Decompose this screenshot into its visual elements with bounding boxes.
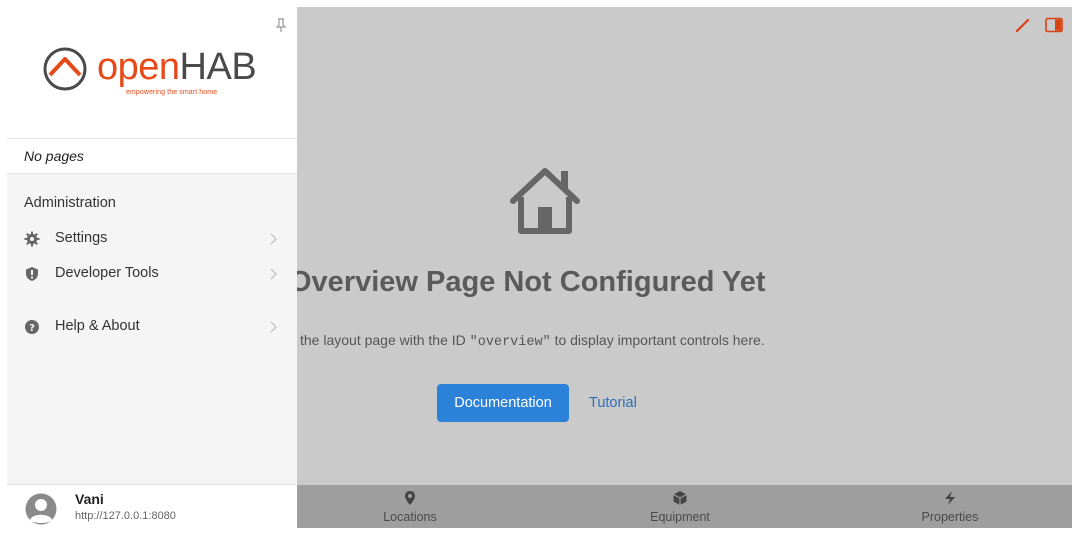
chevron-right-icon (270, 268, 277, 280)
logo-hab: HAB (179, 46, 257, 88)
sidebar-item-help-about[interactable]: ? Help & About (7, 312, 297, 342)
avatar (25, 493, 57, 525)
chevron-right-icon (270, 233, 277, 245)
svg-text:?: ? (29, 323, 35, 334)
help-icon: ? (25, 320, 39, 334)
desc-code: "overview" (469, 335, 551, 350)
chevron-right-icon (270, 321, 277, 333)
sidebar-item-label: Help & About (55, 318, 140, 334)
user-profile[interactable]: Vani http://127.0.0.1:8080 (7, 484, 297, 528)
pencil-icon[interactable] (1015, 17, 1031, 33)
tab-label: Locations (383, 510, 437, 524)
logo-open: open (97, 46, 180, 88)
user-name: Vani (75, 491, 104, 507)
page-title: Overview Page Not Configured Yet (297, 266, 766, 298)
desc-text-after: to display important controls here. (550, 332, 765, 348)
administration-heading: Administration (24, 195, 116, 211)
sidebar-item-developer-tools[interactable]: Developer Tools (7, 259, 297, 289)
pin-icon[interactable] (273, 17, 289, 33)
app-window: openHAB empowering the smart home No pag… (0, 0, 1077, 535)
shield-icon (26, 267, 38, 281)
no-pages-label: No pages (7, 138, 297, 174)
desc-text-before: the layout page with the ID (300, 332, 470, 348)
server-url: http://127.0.0.1:8080 (75, 510, 176, 522)
house-icon (510, 168, 580, 234)
tab-equipment[interactable]: Equipment (620, 485, 740, 528)
documentation-button[interactable]: Documentation (437, 384, 569, 422)
side-panel-icon[interactable] (1045, 17, 1063, 33)
bolt-icon (945, 491, 955, 505)
tab-locations[interactable]: Locations (350, 485, 470, 528)
page-description: the layout page with the ID "overview" t… (300, 332, 765, 350)
sidebar-item-label: Settings (55, 230, 108, 246)
tab-properties[interactable]: Properties (890, 485, 1010, 528)
logo-tagline: empowering the smart home (126, 89, 218, 96)
sidebar-item-label: Developer Tools (55, 265, 159, 281)
bottom-tab-bar: Locations Equipment Properties (297, 485, 1072, 528)
openhab-logo: openHAB empowering the smart home (41, 45, 271, 105)
tab-label: Properties (921, 510, 979, 524)
main-content[interactable]: Overview Page Not Configured Yet the lay… (297, 7, 1072, 485)
tab-label: Equipment (650, 510, 710, 524)
tutorial-link[interactable]: Tutorial (589, 384, 637, 422)
sidebar-item-settings[interactable]: Settings (7, 224, 297, 254)
gear-icon (24, 231, 40, 247)
map-pin-icon (405, 491, 415, 505)
openhab-logo-icon (43, 47, 87, 91)
logo-wordmark: openHAB (97, 46, 257, 88)
cube-icon (673, 491, 687, 505)
sidebar-panel: openHAB empowering the smart home No pag… (7, 7, 297, 528)
